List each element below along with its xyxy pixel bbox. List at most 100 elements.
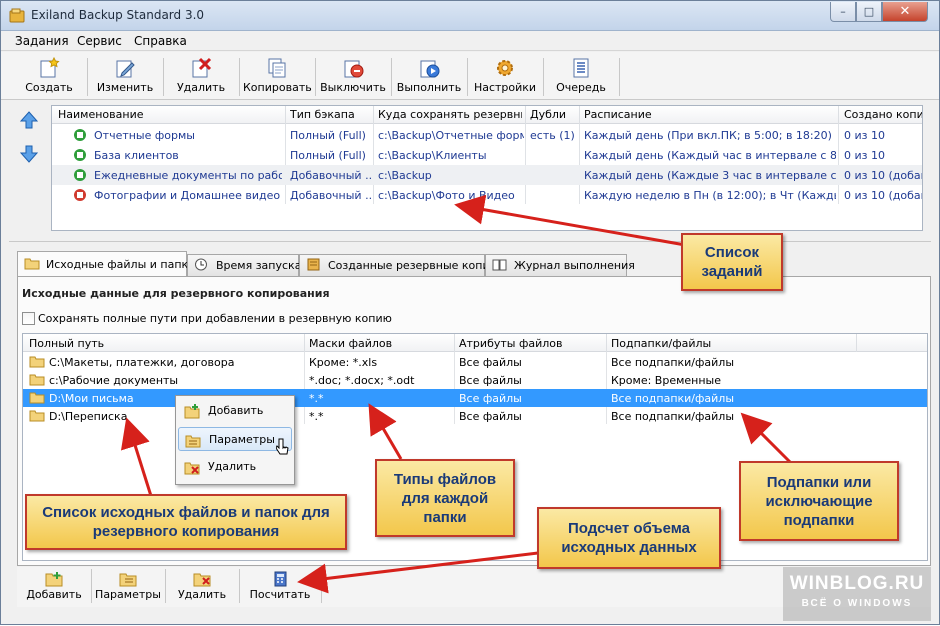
source-mask: Кроме: *.xls: [309, 356, 378, 369]
add-source-button[interactable]: Добавить: [21, 569, 87, 605]
tab-backups[interactable]: Созданные резервные копии: [299, 254, 497, 276]
column-header[interactable]: Полный путь: [29, 337, 104, 350]
source-subfolders: Все подпапки/файлы: [611, 392, 735, 405]
edit-job-icon: [116, 60, 135, 78]
column-header[interactable]: Атрибуты файлов: [459, 337, 563, 350]
job-type: Полный (Full): [290, 129, 366, 142]
folder-icon: [29, 356, 45, 368]
toolbar-separator: [391, 58, 392, 96]
job-enabled-icon: [74, 169, 86, 181]
job-row[interactable]: Фотографии и Домашнее видео Добавочный .…: [52, 185, 922, 205]
source-path: C:\Макеты, платежки, договора: [49, 356, 235, 369]
save-full-paths-label[interactable]: Сохранять полные пути при добавлении в р…: [38, 312, 392, 325]
jobs-table: Наименование Тип бэкапа Куда сохранять р…: [51, 105, 923, 231]
maximize-button[interactable]: □: [856, 2, 882, 22]
job-copies: 0 из 10: [844, 129, 885, 142]
toolbar-separator: [315, 58, 316, 96]
remove-source-button[interactable]: Удалить: [169, 569, 235, 605]
journal-book-icon: [492, 259, 507, 271]
delete-label: Удалить: [176, 81, 226, 94]
job-destination: c:\Backup\Фото и Видео: [378, 189, 515, 202]
app-window: Exiland Backup Standard 3.0 – □ ✕ Задани…: [0, 0, 940, 625]
disable-label: Выключить: [320, 81, 386, 94]
tab-schedule[interactable]: Время запуска: [187, 254, 302, 276]
calculate-button[interactable]: Посчитать: [243, 569, 317, 605]
window-title: Exiland Backup Standard 3.0: [31, 8, 205, 22]
job-destination: c:\Backup\Клиенты: [378, 149, 487, 162]
copy-button[interactable]: Копировать: [243, 54, 312, 98]
column-header[interactable]: Подпапки/файлы: [611, 337, 711, 350]
delete-job-icon: [192, 57, 212, 78]
context-add[interactable]: Добавить: [178, 399, 292, 423]
source-params-button[interactable]: Параметры: [95, 569, 161, 605]
tab-label: Исходные файлы и папки: [46, 258, 196, 271]
disable-button[interactable]: Выключить: [319, 54, 387, 98]
settings-button[interactable]: Настройки: [471, 54, 539, 98]
job-enabled-icon: [74, 149, 86, 161]
save-full-paths-checkbox[interactable]: [22, 312, 35, 325]
job-duplicates: есть (1): [530, 129, 575, 142]
edit-button[interactable]: Изменить: [91, 54, 159, 98]
source-row[interactable]: c:\Рабочие документы *.doc; *.docx; *.od…: [23, 371, 927, 389]
context-params-label: Параметры: [209, 433, 275, 446]
job-enabled-icon: [74, 129, 86, 141]
source-path: c:\Рабочие документы: [49, 374, 179, 387]
job-row[interactable]: Ежедневные документы по работе Добавочны…: [52, 165, 922, 185]
job-name: Ежедневные документы по работе: [94, 169, 282, 182]
move-up-icon[interactable]: [19, 111, 39, 129]
context-params[interactable]: Параметры: [178, 427, 292, 451]
context-delete[interactable]: Удалить: [178, 455, 292, 479]
folder-icon: [29, 410, 45, 422]
job-row[interactable]: База клиентов Полный (Full) c:\Backup\Кл…: [52, 145, 922, 165]
tab-log[interactable]: Журнал выполнения: [485, 254, 635, 276]
column-header[interactable]: Тип бэкапа: [290, 108, 355, 121]
calculator-icon: [274, 571, 287, 587]
toolbar-separator: [239, 569, 240, 603]
move-down-icon[interactable]: [19, 145, 39, 163]
source-list-header: Полный путь Маски файлов Атрибуты файлов…: [23, 334, 927, 352]
jobs-table-header: Наименование Тип бэкапа Куда сохранять р…: [52, 106, 922, 124]
job-row[interactable]: Отчетные формы Полный (Full) c:\Backup\О…: [52, 125, 922, 145]
folder-icon: [29, 374, 45, 386]
tab-label: Время запуска: [216, 259, 302, 272]
splitter[interactable]: [9, 241, 931, 242]
minimize-button[interactable]: –: [830, 2, 856, 22]
source-row-selected[interactable]: D:\Мои письма *.* Все файлы Все подпапки…: [23, 389, 927, 407]
copy-job-icon: [268, 58, 286, 78]
create-button[interactable]: Создать: [15, 54, 83, 98]
app-icon: [9, 8, 25, 23]
column-header[interactable]: Расписание: [584, 108, 652, 121]
delete-button[interactable]: Удалить: [167, 54, 235, 98]
toolbar-separator: [165, 569, 166, 603]
tab-source-files[interactable]: Исходные файлы и папки: [17, 251, 195, 277]
folder-icon: [29, 392, 45, 404]
source-path: D:\Мои письма: [49, 392, 134, 405]
column-header[interactable]: Дубли: [530, 108, 576, 121]
job-name: Фотографии и Домашнее видео: [94, 189, 281, 202]
watermark-tagline: ВСЁ О WINDOWS: [801, 598, 913, 609]
toolbar-separator: [467, 58, 468, 96]
disable-job-icon: [344, 60, 364, 78]
toolbar-separator: [163, 58, 164, 96]
column-header[interactable]: Маски файлов: [309, 337, 392, 350]
column-header[interactable]: Создано копий: [844, 108, 922, 121]
run-job-icon: [420, 60, 440, 78]
job-schedule: Каждую неделю в Пн (в 12:00); в Чт (Кажд…: [584, 189, 836, 202]
column-header[interactable]: Куда сохранять резервны: [378, 108, 522, 121]
source-row[interactable]: D:\Переписка *.* Все файлы Все подпапки/…: [23, 407, 927, 425]
source-row[interactable]: C:\Макеты, платежки, договора Кроме: *.x…: [23, 353, 927, 371]
tab-label: Созданные резервные копии: [328, 259, 497, 272]
callout-subfolders: Подпапки или исключающие подпапки: [739, 461, 899, 541]
run-button[interactable]: Выполнить: [395, 54, 463, 98]
source-subfolders: Все подпапки/файлы: [611, 410, 735, 423]
job-disabled-icon: [74, 189, 86, 201]
create-label: Создать: [25, 81, 73, 94]
column-header[interactable]: Наименование: [58, 108, 143, 121]
menu-jobs[interactable]: Задания: [15, 34, 69, 48]
delete-folder-icon: [193, 573, 211, 587]
folder-settings-icon: [119, 573, 137, 587]
close-button[interactable]: ✕: [882, 2, 928, 22]
queue-button[interactable]: Очередь: [547, 54, 615, 98]
menu-help[interactable]: Справка: [134, 34, 187, 48]
menu-service[interactable]: Сервис: [77, 34, 122, 48]
